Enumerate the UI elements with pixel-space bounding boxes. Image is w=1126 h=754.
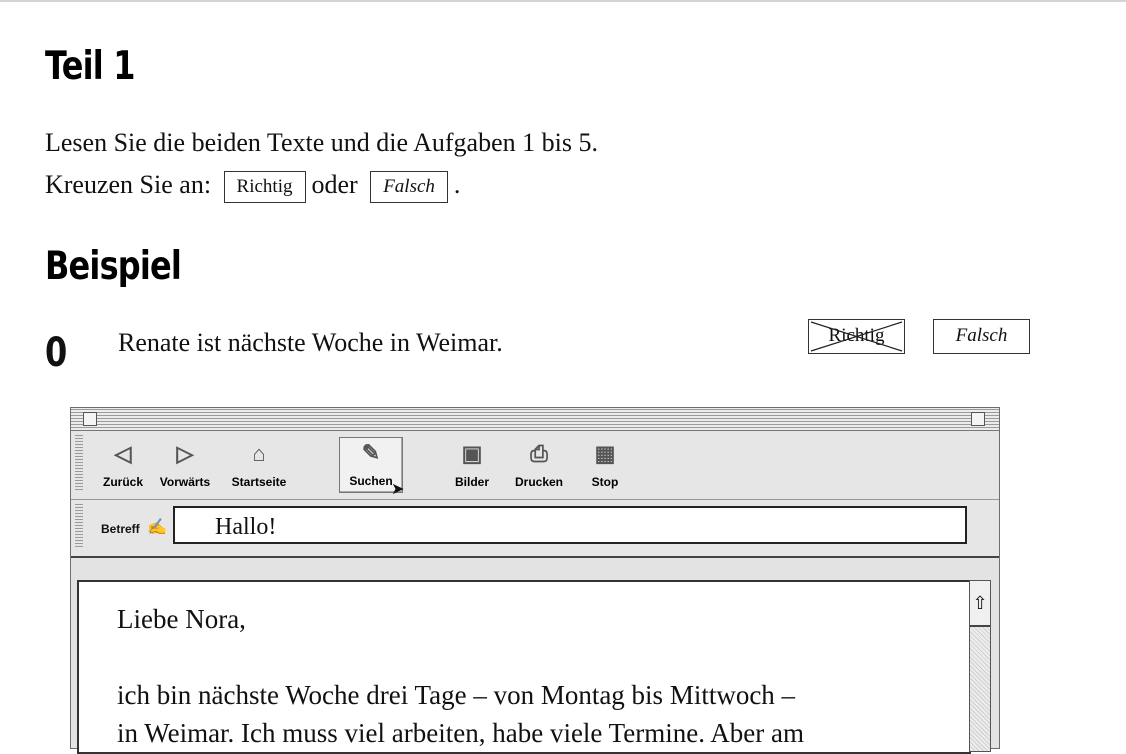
cross-mark-icon	[810, 321, 903, 352]
toolbar-grip[interactable]	[75, 435, 83, 491]
stop-label: Stop	[591, 475, 619, 489]
example-heading: Beispiel	[45, 244, 182, 289]
home-icon: ⌂	[252, 441, 266, 466]
toolbar: ◁ Zurück ▷ Vorwärts ⌂ Startseite ✎ Suche…	[71, 431, 999, 500]
subject-icon: ✍	[147, 519, 167, 536]
answer-falsch-box[interactable]: Falsch	[933, 319, 1030, 354]
back-button[interactable]: ◁ Zurück	[89, 439, 157, 491]
example-number: 0	[45, 330, 68, 376]
subject-bar: Betreff ✍ Hallo!	[71, 500, 999, 558]
search-icon: ✎	[361, 440, 381, 465]
print-label: Drucken	[514, 475, 564, 489]
home-label: Startseite	[231, 475, 287, 489]
scroll-up-arrow-icon[interactable]: ⇧	[970, 581, 990, 627]
stop-icon: ▦	[594, 441, 616, 466]
print-button[interactable]: ⎙ Drucken	[505, 439, 573, 491]
top-divider	[0, 0, 1126, 2]
home-button[interactable]: ⌂ Startseite	[225, 439, 293, 491]
subject-field[interactable]: Hallo!	[173, 506, 967, 544]
oder-text: oder	[311, 170, 358, 199]
forward-button[interactable]: ▷ Vorwärts	[151, 439, 219, 491]
forward-icon: ▷	[176, 441, 194, 466]
back-label: Zurück	[102, 475, 143, 489]
subject-grip[interactable]	[75, 504, 83, 548]
example-statement: Renate ist nächste Woche in Weimar.	[118, 328, 503, 357]
title-bar[interactable]	[71, 408, 999, 431]
close-box[interactable]	[83, 412, 97, 426]
email-line-1: ich bin nächste Woche drei Tage – von Mo…	[117, 680, 796, 710]
section-title: Teil 1	[45, 44, 135, 89]
stop-button[interactable]: ▦ Stop	[571, 439, 639, 491]
email-greeting: Liebe Nora,	[117, 604, 246, 634]
images-button[interactable]: ▣ Bilder	[438, 439, 506, 491]
print-icon: ⎙	[530, 441, 548, 466]
browser-window: ◁ Zurück ▷ Vorwärts ⌂ Startseite ✎ Suche…	[70, 407, 1000, 754]
answer-falsch-label: Falsch	[955, 325, 1008, 346]
period: .	[453, 170, 461, 199]
image-icon: ▣	[461, 441, 483, 466]
answer-richtig-box[interactable]: Richtig	[808, 319, 905, 354]
email-body[interactable]: Liebe Nora, ich bin nächste Woche drei T…	[77, 580, 971, 754]
back-icon: ◁	[114, 441, 132, 466]
zoom-box[interactable]	[971, 412, 985, 426]
falsch-sample-box: Falsch	[370, 171, 448, 204]
mouse-pointer-icon: ➤	[391, 481, 405, 498]
scrollbar[interactable]: ⇧	[969, 580, 991, 752]
richtig-sample-box: Richtig	[223, 171, 306, 204]
instruction-prefix: Kreuzen Sie an:	[45, 170, 212, 199]
images-label: Bilder	[454, 475, 489, 489]
subject-label: Betreff	[101, 522, 140, 536]
forward-label: Vorwärts	[159, 475, 211, 489]
instruction-line-1: Lesen Sie die beiden Texte und die Aufga…	[45, 128, 598, 157]
instruction-line-2: Kreuzen Sie an: Richtig oder Falsch.	[45, 170, 461, 204]
